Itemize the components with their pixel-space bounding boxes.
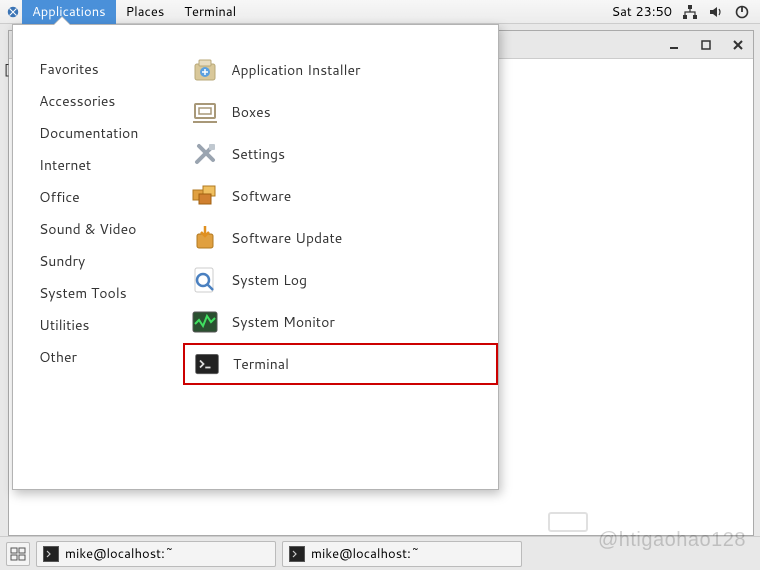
workspace-switcher[interactable] xyxy=(6,542,30,566)
category-accessories[interactable]: Accessories xyxy=(39,85,183,117)
minimize-button[interactable] xyxy=(667,38,681,52)
category-sound-video[interactable]: Sound & Video xyxy=(39,213,183,245)
app-settings[interactable]: Settings xyxy=(183,133,498,175)
app-label: System Monitor xyxy=(231,312,335,332)
app-label: Settings xyxy=(231,144,285,164)
app-software[interactable]: Software xyxy=(183,175,498,217)
volume-icon[interactable] xyxy=(708,4,724,20)
category-utilities[interactable]: Utilities xyxy=(39,309,183,341)
category-internet[interactable]: Internet xyxy=(39,149,183,181)
settings-icon xyxy=(189,138,221,170)
menu-terminal[interactable]: Terminal xyxy=(174,0,246,24)
app-application-installer[interactable]: Application Installer xyxy=(183,49,498,91)
category-sundry[interactable]: Sundry xyxy=(39,245,183,277)
category-favorites[interactable]: Favorites xyxy=(39,53,183,85)
category-documentation[interactable]: Documentation xyxy=(39,117,183,149)
software-icon xyxy=(189,180,221,212)
app-terminal[interactable]: Terminal xyxy=(183,343,498,385)
distro-logo-icon xyxy=(6,5,20,19)
boxes-icon xyxy=(189,96,221,128)
category-system-tools[interactable]: System Tools xyxy=(39,277,183,309)
top-panel-right: Sat 23:50 xyxy=(611,3,760,21)
app-system-monitor[interactable]: System Monitor xyxy=(183,301,498,343)
top-panel-left: Applications Places Terminal xyxy=(0,0,246,24)
category-list: Favorites Accessories Documentation Inte… xyxy=(13,25,183,489)
category-office[interactable]: Office xyxy=(39,181,183,213)
app-label: Boxes xyxy=(231,102,271,122)
app-software-update[interactable]: Software Update xyxy=(183,217,498,259)
taskbar-entry-2[interactable]: mike@localhost:~ xyxy=(282,541,522,567)
app-label: Terminal xyxy=(233,354,289,374)
log-icon xyxy=(189,264,221,296)
partial-background-text: [ xyxy=(4,61,9,79)
watermark-box xyxy=(548,512,588,532)
installer-icon xyxy=(189,54,221,86)
close-button[interactable] xyxy=(731,38,745,52)
app-label: Software xyxy=(231,186,291,206)
taskbar-entry-label: mike@localhost:~ xyxy=(65,545,174,563)
taskbar-entry-label: mike@localhost:~ xyxy=(311,545,420,563)
watermark-text: @htigaohao128 xyxy=(598,529,746,552)
terminal-icon xyxy=(289,546,305,562)
terminal-icon xyxy=(191,348,223,380)
monitor-icon xyxy=(189,306,221,338)
app-label: Software Update xyxy=(231,228,342,248)
maximize-button[interactable] xyxy=(699,38,713,52)
app-boxes[interactable]: Boxes xyxy=(183,91,498,133)
applications-dropdown: Favorites Accessories Documentation Inte… xyxy=(12,24,499,490)
network-icon[interactable] xyxy=(682,4,698,20)
update-icon xyxy=(189,222,221,254)
category-other[interactable]: Other xyxy=(39,341,183,373)
app-system-log[interactable]: System Log xyxy=(183,259,498,301)
power-icon[interactable] xyxy=(734,4,750,20)
app-label: Application Installer xyxy=(231,60,360,80)
app-list: Application Installer Boxes Settings Sof… xyxy=(183,25,498,489)
top-panel: Applications Places Terminal Sat 23:50 xyxy=(0,0,760,24)
terminal-icon xyxy=(43,546,59,562)
clock[interactable]: Sat 23:50 xyxy=(611,3,672,21)
app-label: System Log xyxy=(231,270,307,290)
taskbar-entry-1[interactable]: mike@localhost:~ xyxy=(36,541,276,567)
menu-places[interactable]: Places xyxy=(116,0,175,24)
